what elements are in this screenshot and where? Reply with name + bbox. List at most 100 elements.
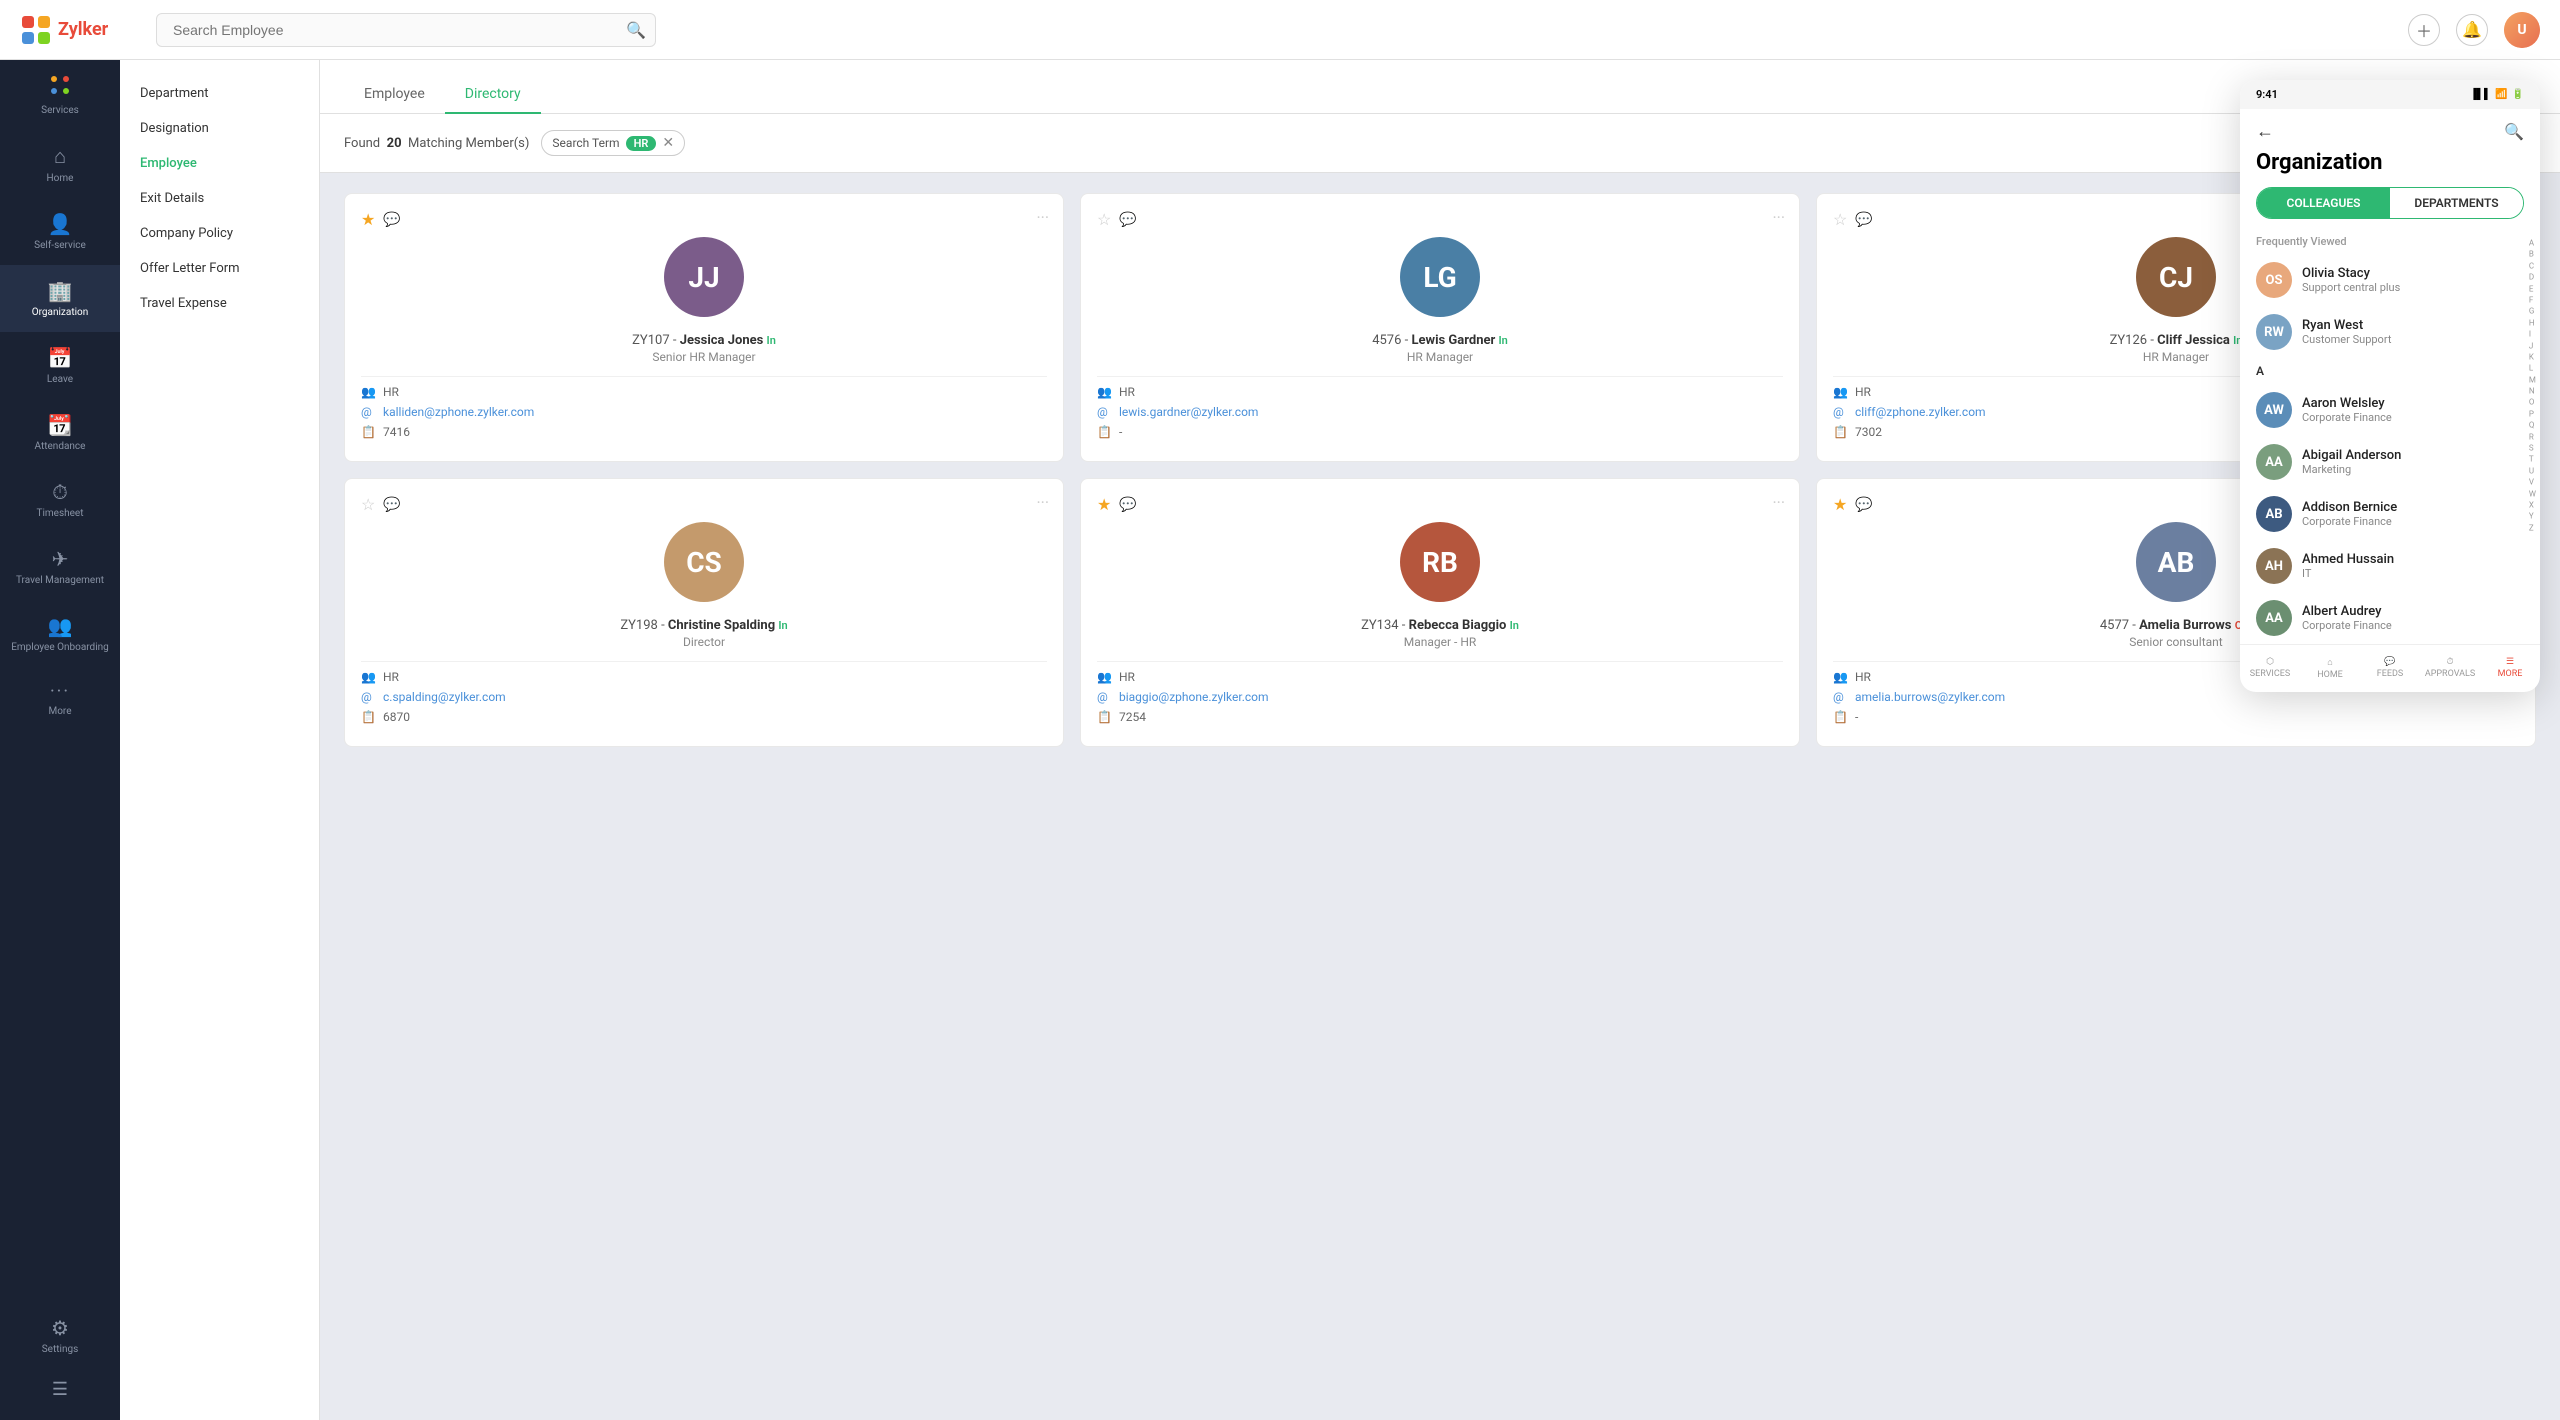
user-avatar[interactable]: U [2504, 12, 2540, 48]
mobile-alpha-letter[interactable]: X [2529, 500, 2536, 510]
bell-icon[interactable]: 🔔 [2456, 14, 2488, 46]
sidebar-item-onboarding[interactable]: 👥 Employee Onboarding [0, 600, 120, 667]
mobile-footer-home[interactable]: ⌂HOME [2300, 653, 2360, 684]
add-icon[interactable]: ＋ [2408, 14, 2440, 46]
subnav-designation[interactable]: Designation [120, 111, 319, 146]
email-link[interactable]: biaggio@zphone.zylker.com [1119, 690, 1269, 704]
email-link[interactable]: lewis.gardner@zylker.com [1119, 405, 1258, 419]
more-dots-icon[interactable]: ··· [1772, 208, 1785, 227]
mobile-list-item-olivia[interactable]: OS Olivia Stacy Support central plus [2240, 254, 2540, 306]
mobile-tab-departments[interactable]: DEPARTMENTS [2390, 188, 2523, 218]
mobile-alpha-letter[interactable]: F [2529, 295, 2536, 305]
chat-icon[interactable]: 💬 [383, 497, 400, 513]
mobile-alpha-letter[interactable]: B [2529, 250, 2536, 260]
more-dots-icon[interactable]: ··· [1772, 493, 1785, 512]
mobile-alpha-letter[interactable]: J [2529, 341, 2536, 351]
chat-icon[interactable]: 💬 [1855, 212, 1872, 228]
more-dots-icon[interactable]: ··· [1036, 493, 1049, 512]
sidebar-item-settings[interactable]: ⚙ Settings [34, 1302, 87, 1369]
sidebar-item-selfservice[interactable]: 👤 Self-service [0, 198, 120, 265]
mobile-alpha-letter[interactable]: V [2529, 478, 2536, 488]
search-term-close[interactable]: ✕ [662, 135, 674, 151]
sidebar-item-home[interactable]: ⌂ Home [0, 130, 120, 198]
mobile-alpha-letter[interactable]: Q [2529, 421, 2536, 431]
subnav-offer[interactable]: Offer Letter Form [120, 251, 319, 286]
mobile-alpha-letter[interactable]: S [2529, 443, 2536, 453]
sidebar-item-travel[interactable]: ✈ Travel Management [0, 533, 120, 600]
mobile-alpha-letter[interactable]: Y [2529, 512, 2536, 522]
sidebar-item-organization[interactable]: 🏢 Organization [0, 265, 120, 332]
mobile-colleague-item[interactable]: AH Ahmed Hussain IT [2240, 540, 2540, 592]
card-photo: RB [1097, 522, 1783, 602]
mobile-alpha-letter[interactable]: N [2529, 387, 2536, 397]
mobile-colleague-item[interactable]: AW Aaron Welsley Corporate Finance [2240, 384, 2540, 436]
mobile-search-icon[interactable]: 🔍 [2504, 122, 2524, 141]
employee-card[interactable]: ★ 💬 ··· JJ ZY107 - Jessica Jones In Seni… [344, 193, 1064, 462]
mobile-alpha-letter[interactable]: H [2529, 318, 2536, 328]
chat-icon[interactable]: 💬 [1119, 212, 1136, 228]
search-input[interactable] [156, 13, 656, 47]
tab-employee[interactable]: Employee [344, 76, 445, 114]
mobile-alpha-letter[interactable]: I [2529, 330, 2536, 340]
search-term-tag[interactable]: Search Term HR ✕ [541, 130, 685, 156]
mobile-footer-services[interactable]: ⬡SERVICES [2240, 653, 2300, 684]
mobile-alpha-letter[interactable]: U [2529, 466, 2536, 476]
subnav-policy[interactable]: Company Policy [120, 216, 319, 251]
sidebar-item-attendance[interactable]: 📆 Attendance [0, 399, 120, 466]
employee-card[interactable]: ☆ 💬 ··· LG 4576 - Lewis Gardner In HR Ma… [1080, 193, 1800, 462]
mobile-footer-approvals[interactable]: ⏱APPROVALS [2420, 653, 2480, 684]
subnav-department[interactable]: Department [120, 76, 319, 111]
mobile-item-info-olivia: Olivia Stacy Support central plus [2302, 266, 2524, 294]
sidebar-item-more[interactable]: ··· More [0, 667, 120, 731]
employee-card[interactable]: ★ 💬 ··· RB ZY134 - Rebecca Biaggio In Ma… [1080, 478, 1800, 747]
star-icon[interactable]: ☆ [1833, 210, 1847, 229]
star-icon[interactable]: ★ [1833, 495, 1847, 514]
search-icon[interactable]: 🔍 [626, 20, 646, 39]
subnav-expense[interactable]: Travel Expense [120, 286, 319, 321]
subnav-employee[interactable]: Employee [120, 146, 319, 181]
mobile-colleague-item[interactable]: AA Abigail Anderson Marketing [2240, 436, 2540, 488]
sidebar-item-services[interactable]: Services [0, 60, 120, 130]
star-icon[interactable]: ☆ [1097, 210, 1111, 229]
mobile-colleague-item[interactable]: AA Albert Audrey Corporate Finance [2240, 592, 2540, 644]
mobile-footer-more[interactable]: ☰MORE [2480, 653, 2540, 684]
employee-card[interactable]: ☆ 💬 ··· CS ZY198 - Christine Spalding In… [344, 478, 1064, 747]
hamburger-icon[interactable]: ☰ [52, 1379, 68, 1400]
mobile-alpha-letter[interactable]: P [2529, 409, 2536, 419]
search-bar[interactable]: 🔍 [156, 13, 656, 47]
mobile-alpha-letter[interactable]: Z [2529, 523, 2536, 533]
star-icon[interactable]: ★ [361, 210, 375, 229]
email-link[interactable]: kalliden@zphone.zylker.com [383, 405, 534, 419]
mobile-alpha-letter[interactable]: W [2529, 489, 2536, 499]
sidebar-item-timesheet[interactable]: ⏱ Timesheet [0, 466, 120, 533]
star-icon[interactable]: ☆ [361, 495, 375, 514]
mobile-alpha-letter[interactable]: E [2529, 284, 2536, 294]
tab-directory[interactable]: Directory [445, 76, 541, 114]
mobile-alpha-letter[interactable]: G [2529, 307, 2536, 317]
more-dots-icon[interactable]: ··· [1036, 208, 1049, 227]
chat-icon[interactable]: 💬 [1855, 497, 1872, 513]
mobile-alpha-letter[interactable]: C [2529, 261, 2536, 271]
email-link[interactable]: amelia.burrows@zylker.com [1855, 690, 2005, 704]
mobile-alpha-letter[interactable]: T [2529, 455, 2536, 465]
star-icon[interactable]: ★ [1097, 495, 1111, 514]
mobile-back-icon[interactable]: ← [2256, 121, 2274, 142]
mobile-alpha-letter[interactable]: A [2529, 238, 2536, 248]
email-link[interactable]: c.spalding@zylker.com [383, 690, 506, 704]
mobile-alpha-letter[interactable]: M [2529, 375, 2536, 385]
sidebar-item-leave[interactable]: 📅 Leave [0, 332, 120, 399]
mobile-alpha-letter[interactable]: D [2529, 273, 2536, 283]
email-link[interactable]: cliff@zphone.zylker.com [1855, 405, 1986, 419]
mobile-alpha-letter[interactable]: L [2529, 364, 2536, 374]
chat-icon[interactable]: 💬 [1119, 497, 1136, 513]
mobile-list-item-ryan[interactable]: RW Ryan West Customer Support [2240, 306, 2540, 358]
mobile-footer-feeds[interactable]: 💬FEEDS [2360, 653, 2420, 684]
chat-icon[interactable]: 💬 [383, 212, 400, 228]
mobile-colleague-item[interactable]: AB Addison Bernice Corporate Finance [2240, 488, 2540, 540]
mobile-alpha-letter[interactable]: O [2529, 398, 2536, 408]
department-icon: 👥 [361, 670, 375, 684]
subnav-exit[interactable]: Exit Details [120, 181, 319, 216]
mobile-alpha-letter[interactable]: R [2529, 432, 2536, 442]
mobile-alpha-letter[interactable]: K [2529, 352, 2536, 362]
mobile-tab-colleagues[interactable]: COLLEAGUES [2257, 188, 2390, 218]
